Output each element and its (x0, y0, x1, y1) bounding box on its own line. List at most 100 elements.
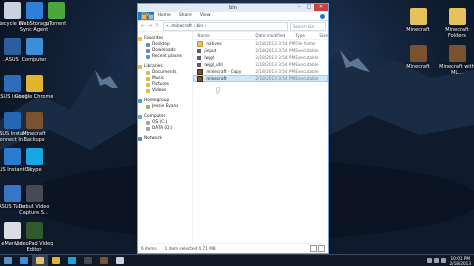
start-button[interactable] (0, 255, 16, 266)
desktop-icon[interactable]: Computer (14, 38, 54, 63)
tab-view[interactable]: View (196, 12, 215, 20)
file-row[interactable]: minecraft 2/18/2013 3:54 PMExecutable Jar… (193, 75, 328, 82)
large-icons-view-button[interactable] (318, 245, 325, 252)
file-row[interactable]: lwjgl_util 2/18/2013 3:54 PMExecutable Ja… (193, 61, 328, 68)
desktop-icon-label: Minecraft with ML... (439, 64, 474, 76)
minecraft-ml-icon (448, 45, 466, 62)
column-headers: Name Date modified Type Size (193, 32, 328, 40)
tab-share[interactable]: Share (175, 12, 196, 20)
folder-icon (146, 43, 150, 47)
desktop-icon[interactable]: Minecraft with ML... (437, 45, 474, 76)
desktop-icon[interactable]: Debut Video Capture S... (14, 185, 54, 216)
clock[interactable]: 10:01 PM 2/18/2013 (450, 256, 471, 266)
desktop-icon-label: Computer (21, 57, 47, 63)
file-date: 2/18/2013 3:54 PM (255, 41, 296, 46)
utorrent-icon (47, 2, 65, 19)
column-name[interactable]: Name (193, 33, 255, 38)
desktop-icon[interactable]: Minecraft (398, 8, 438, 33)
close-button[interactable]: ✕ (314, 4, 328, 11)
debut-icon (25, 185, 43, 202)
computer-icon (138, 115, 142, 119)
mouse-cursor-icon (217, 88, 220, 94)
taskbar-app-button[interactable] (112, 255, 128, 266)
desktop-icon[interactable]: µTorrent (36, 2, 76, 27)
folder-icon (146, 83, 150, 87)
column-type[interactable]: Type (295, 33, 319, 38)
volume-icon[interactable] (440, 258, 446, 263)
skype-icon (25, 148, 43, 165)
file-date: 2/18/2013 3:54 PM (255, 55, 296, 60)
selection-info: 1 item selected 4.71 MB (164, 246, 216, 251)
explorer-window[interactable]: bin – □ ✕ File Home Share View ← → ↑ « .… (138, 4, 328, 253)
skype-icon (68, 257, 76, 264)
desktop-icon[interactable]: VideoPad Video Editor (14, 222, 54, 253)
taskbar-app-button[interactable] (64, 255, 80, 266)
network-icon[interactable] (433, 258, 439, 263)
folder-icon (146, 77, 150, 81)
chrome-icon (52, 257, 60, 264)
title-bar[interactable]: bin – □ ✕ (138, 4, 328, 20)
up-button[interactable]: ↑ (154, 23, 160, 29)
minecraft-folder-icon (409, 8, 427, 25)
file-list: Name Date modified Type Size natives 2/18… (193, 32, 328, 244)
library-icon (138, 65, 142, 69)
folder-icon (146, 121, 150, 125)
nav-network[interactable]: Network (138, 136, 192, 142)
taskbar-app-button[interactable] (96, 255, 112, 266)
file-row[interactable]: minecraft - Copy 2/18/2013 3:54 PM Executa… (193, 68, 328, 75)
desktop-icon-label: Skype (26, 167, 42, 173)
taskbar-app-button[interactable] (32, 255, 48, 266)
minecraft-icon (409, 45, 427, 62)
taskbar: 10:01 PM 2/18/2013 (0, 254, 474, 266)
search-input[interactable]: Search bin (290, 21, 326, 31)
file-name: jinput (204, 48, 217, 53)
forward-button[interactable]: → (147, 23, 153, 29)
column-date[interactable]: Date modified (255, 33, 295, 38)
computer-icon (25, 38, 43, 55)
jar-file-icon (197, 62, 202, 67)
recycle-bin-icon (116, 257, 124, 264)
up-arrow-icon[interactable] (426, 258, 432, 263)
folder-icon (141, 14, 147, 20)
file-name: minecraft (206, 76, 227, 81)
file-type: File folder (295, 41, 316, 46)
file-name: minecraft - Copy (206, 69, 242, 74)
desktop-icon-label: Minecraft Backups (22, 131, 46, 143)
details-view-button[interactable] (310, 245, 317, 252)
taskbar-app-button[interactable] (48, 255, 64, 266)
desktop-icon[interactable]: Minecraft (398, 45, 438, 70)
ribbon: File Home Share View (138, 12, 328, 21)
desktop-icon-label: µTorrent (45, 21, 67, 27)
minecraft-folders-icon (448, 8, 466, 25)
file-name: lwjgl (204, 55, 214, 60)
taskbar-app-button[interactable] (80, 255, 96, 266)
file-date: 2/18/2013 3:54 PM (255, 48, 296, 53)
file-name: natives (206, 41, 222, 46)
desktop-icon[interactable]: Google Chrome (14, 75, 54, 100)
address-bar[interactable]: « .minecraft › bin › (163, 21, 288, 31)
file-row[interactable]: natives 2/18/2013 3:54 PM File folder (193, 40, 328, 47)
desktop-icon-label: VideoPad Video Editor (14, 241, 54, 253)
back-button[interactable]: ← (140, 23, 146, 29)
jar-file-icon (197, 48, 202, 53)
file-date: 2/18/2013 3:54 PM (255, 69, 296, 74)
folder-icon (146, 105, 150, 109)
minecraft-icon (100, 257, 108, 264)
folder-icon (146, 71, 150, 75)
help-icon[interactable] (320, 13, 325, 19)
folder-icon (146, 89, 150, 93)
folder-icon (197, 40, 204, 47)
desktop-icon[interactable]: Minecraft Folders (437, 8, 474, 39)
minimize-button[interactable]: – (294, 4, 304, 11)
desktop-icon[interactable]: Skype (14, 148, 54, 173)
file-row[interactable]: jinput 2/18/2013 3:54 PMExecutable Jar Fi… (193, 47, 328, 54)
taskbar-app-button[interactable] (16, 255, 32, 266)
desktop-icon[interactable]: Minecraft Backups (14, 112, 54, 143)
maximize-button[interactable]: □ (304, 4, 314, 11)
file-row[interactable]: lwjgl 2/18/2013 3:54 PMExecutable Jar Fil… (193, 54, 328, 61)
videopad-icon (25, 222, 43, 239)
file-date: 2/18/2013 3:54 PM (255, 76, 296, 81)
tab-home[interactable]: Home (154, 12, 175, 20)
file-name: lwjgl_util (204, 62, 223, 67)
column-size[interactable]: Size (319, 33, 328, 38)
